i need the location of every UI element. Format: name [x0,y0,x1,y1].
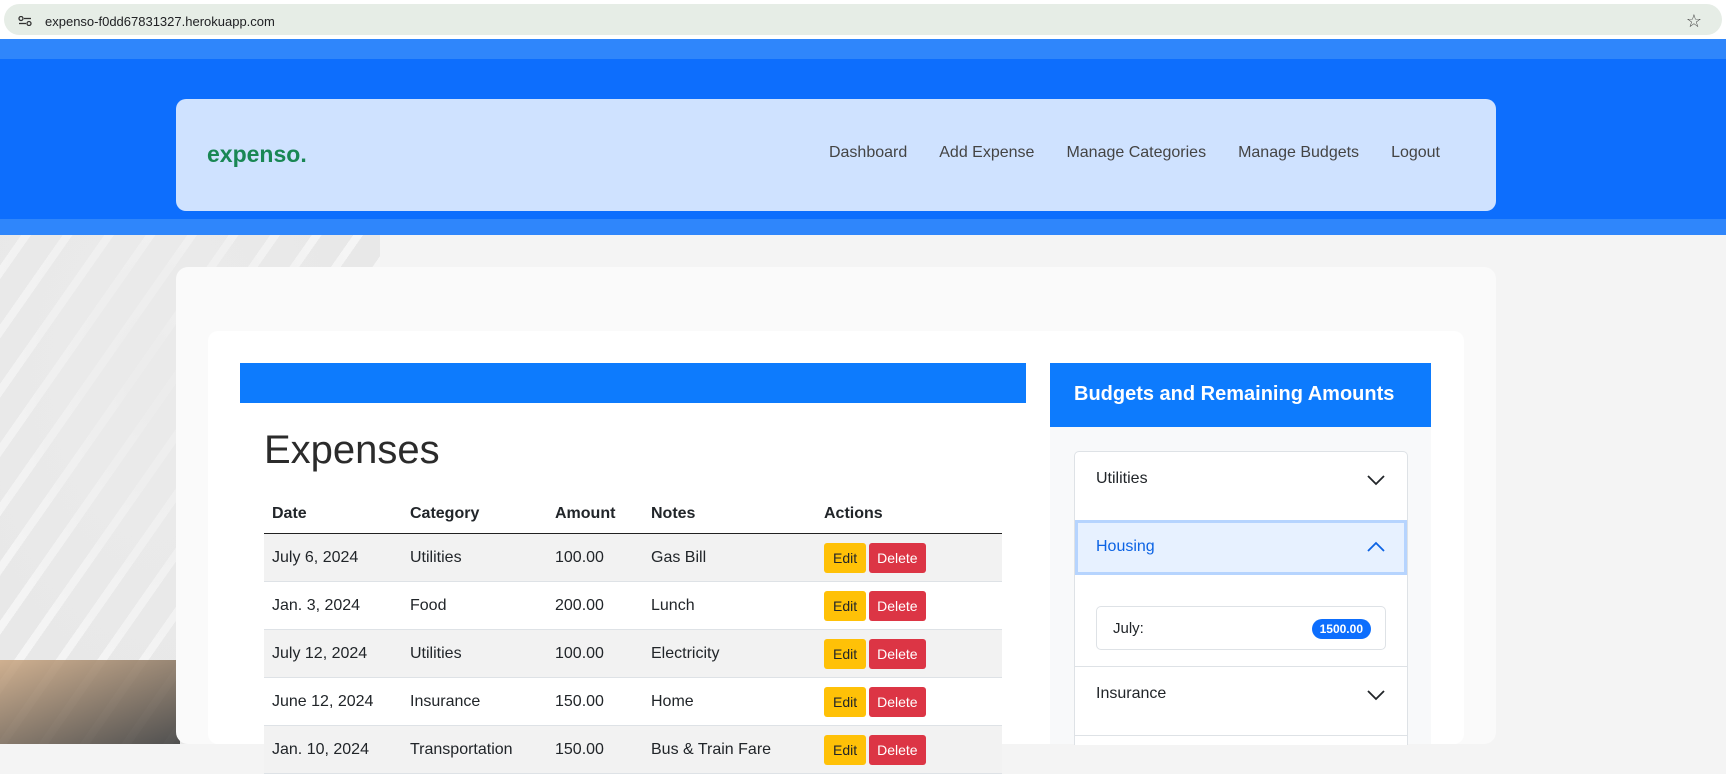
nav-manage-budgets[interactable]: Manage Budgets [1238,144,1359,162]
cell-date: July 6, 2024 [264,533,402,582]
nav-links: Dashboard Add Expense Manage Categories … [829,144,1440,162]
column-header-category: Category [402,494,547,534]
cell-actions: Edit Delete [816,677,1002,726]
delete-button[interactable]: Delete [869,542,926,573]
cell-notes: Lunch [643,581,816,630]
delete-button[interactable]: Delete [869,590,926,621]
nav-logout[interactable]: Logout [1391,144,1440,162]
budget-amount-badge: 1500.00 [1311,619,1371,639]
cell-amount: 100.00 [547,533,643,582]
edit-button[interactable]: Edit [824,734,867,765]
accordion-item-insurance[interactable]: Insurance [1075,666,1407,736]
expenses-title: Expenses [264,428,440,472]
url-field[interactable]: expenso-f0dd67831327.herokuapp.com ☆ [4,4,1722,35]
cell-category: Insurance [402,677,547,726]
nav-add-expense[interactable]: Add Expense [939,144,1034,162]
cell-notes: Gas Bill [643,533,816,582]
budgets-card-header: Budgets and Remaining Amounts [1050,363,1431,427]
chevron-down-icon [1367,475,1385,486]
cell-amount: 150.00 [547,725,643,774]
delete-button[interactable]: Delete [869,638,926,669]
column-header-date: Date [264,494,402,534]
table-row: Jan. 10, 2024 Transportation 150.00 Bus … [264,725,1002,774]
site-settings-icon[interactable] [18,16,32,26]
table-row: June 12, 2024 Insurance 150.00 Home Edit… [264,677,1002,726]
cell-amount: 100.00 [547,629,643,678]
cell-amount: 150.00 [547,677,643,726]
cell-actions: Edit Delete [816,629,1002,678]
url-text: expenso-f0dd67831327.herokuapp.com [45,14,275,29]
cell-notes: Electricity [643,629,816,678]
budgets-accordion: Utilities Housing July: 1500.00 Insuranc… [1074,451,1408,745]
expenses-card-header [240,363,1026,403]
cell-actions: Edit Delete [816,581,1002,630]
cell-category: Food [402,581,547,630]
chevron-down-icon [1367,690,1385,701]
cell-date: Jan. 10, 2024 [264,725,402,774]
cell-actions: Edit Delete [816,533,1002,582]
table-row: Jan. 3, 2024 Food 200.00 Lunch Edit Delet… [264,581,1002,630]
table-row: July 6, 2024 Utilities 100.00 Gas Bill E… [264,533,1002,582]
cell-date: July 12, 2024 [264,629,402,678]
budget-entry: July: 1500.00 [1096,606,1386,650]
edit-button[interactable]: Edit [824,638,867,669]
cell-actions: Edit Delete [816,725,1002,774]
cell-date: Jan. 3, 2024 [264,581,402,630]
edit-button[interactable]: Edit [824,590,867,621]
hero-band-bottom-stripe [0,219,1726,235]
cell-notes: Home [643,677,816,726]
accordion-label: Housing [1096,538,1155,555]
edit-button[interactable]: Edit [824,686,867,717]
column-header-actions: Actions [816,494,1002,534]
cell-category: Utilities [402,533,547,582]
hero-band-top-stripe [0,39,1726,59]
expenses-table: Date Category Amount Notes Actions July … [264,494,1002,774]
table-row: July 12, 2024 Utilities 100.00 Electrici… [264,629,1002,678]
cell-notes: Bus & Train Fare [643,725,816,774]
column-header-amount: Amount [547,494,643,534]
column-header-notes: Notes [643,494,816,534]
budgets-title: Budgets and Remaining Amounts [1074,383,1395,405]
accordion-item-utilities[interactable]: Utilities [1075,452,1407,521]
background-desk-image [0,660,180,744]
chevron-up-icon [1367,541,1385,552]
browser-address-bar: expenso-f0dd67831327.herokuapp.com ☆ [0,0,1726,39]
cell-date: June 12, 2024 [264,677,402,726]
bookmark-star-icon[interactable]: ☆ [1686,11,1702,32]
brand-logo[interactable]: expenso. [207,141,307,168]
navbar: expenso. Dashboard Add Expense Manage Ca… [176,99,1496,211]
delete-button[interactable]: Delete [869,734,926,765]
accordion-label: Utilities [1096,470,1148,487]
nav-dashboard[interactable]: Dashboard [829,144,907,162]
accordion-label: Insurance [1096,685,1167,702]
cell-category: Utilities [402,629,547,678]
delete-button[interactable]: Delete [869,686,926,717]
accordion-item-housing[interactable]: Housing [1075,520,1407,575]
budget-month: July: [1113,620,1144,637]
cell-category: Transportation [402,725,547,774]
cell-amount: 200.00 [547,581,643,630]
nav-manage-categories[interactable]: Manage Categories [1066,144,1206,162]
edit-button[interactable]: Edit [824,542,867,573]
